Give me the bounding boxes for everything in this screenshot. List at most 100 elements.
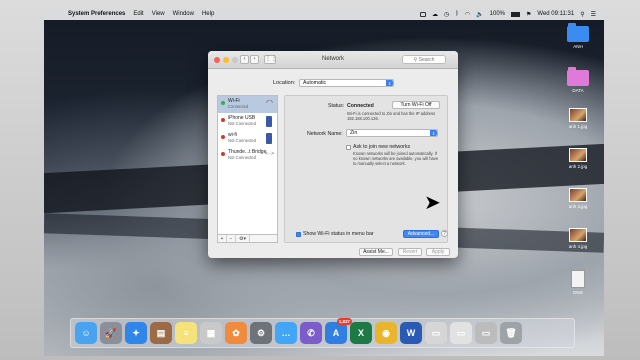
dock-folder-stack-icon[interactable]: ▭ bbox=[425, 322, 447, 344]
location-label: Location: bbox=[273, 80, 296, 86]
gear-menu-button[interactable]: ⚙▾ bbox=[236, 235, 250, 242]
dock-glyph: ◉ bbox=[382, 328, 390, 338]
show-status-label: Show Wi-Fi status in menu bar bbox=[303, 231, 374, 237]
status-label: Status: bbox=[328, 103, 345, 109]
menu-window[interactable]: Window bbox=[173, 11, 194, 17]
cloud-icon[interactable]: ☁ bbox=[432, 11, 438, 18]
spotlight-icon[interactable]: ⚲ bbox=[580, 11, 584, 18]
show-status-checkbox[interactable] bbox=[296, 232, 301, 237]
ask-join-description: Known networks will be joined automatica… bbox=[353, 151, 439, 166]
dock-chrome-icon[interactable]: ◉ bbox=[375, 322, 397, 344]
apply-button[interactable]: Apply bbox=[426, 248, 450, 256]
service-list-footer: + − ⚙▾ bbox=[217, 234, 278, 243]
dock-glyph: ✿ bbox=[232, 328, 240, 338]
dock: ☺ 🚀 ✦ ▤ ≡ ▦ ✿ ⚙ … ✆ A 1,837 X ◉ W ▭ ▭ ▭ 🗑 bbox=[70, 318, 575, 348]
desktop-doc-dns[interactable]: DNS bbox=[558, 270, 598, 295]
dock-downloads-icon[interactable]: ▭ bbox=[475, 322, 497, 344]
dock-notes-icon[interactable]: ≡ bbox=[175, 322, 197, 344]
dock-messages-icon[interactable]: … bbox=[275, 322, 297, 344]
folder-icon bbox=[567, 67, 589, 86]
dock-glyph: ✆ bbox=[307, 328, 315, 338]
status-description: Wi-Fi is connected to Zin and has the IP… bbox=[347, 111, 436, 121]
network-window: ‹ › ⋮⋮ Network ⚲ Search Location: Automa… bbox=[208, 51, 458, 258]
search-input[interactable]: ⚲ Search bbox=[402, 55, 446, 64]
dock-glyph: ▦ bbox=[206, 328, 216, 338]
status-dot-green bbox=[221, 101, 225, 105]
help-button[interactable]: ? bbox=[441, 230, 448, 237]
dock-preview-icon[interactable]: ▦ bbox=[200, 322, 222, 344]
location-value: Automatic bbox=[303, 80, 327, 86]
service-item-wifi[interactable]: Wi-Fi Connected ◠ bbox=[218, 96, 277, 113]
status-value: Connected bbox=[347, 103, 374, 109]
turn-wifi-off-button[interactable]: Turn Wi-Fi Off bbox=[392, 101, 440, 109]
location-select[interactable]: Automatic ⇕ bbox=[299, 79, 394, 87]
dock-system-preferences-icon[interactable]: ⚙ bbox=[250, 322, 272, 344]
menu-app-name[interactable]: System Preferences bbox=[68, 11, 125, 17]
dock-glyph: ▭ bbox=[481, 328, 491, 338]
dock-safari-icon[interactable]: ✦ bbox=[125, 322, 147, 344]
revert-button[interactable]: Revert bbox=[398, 248, 422, 256]
dock-trash-icon[interactable]: 🗑 bbox=[500, 322, 522, 344]
dock-word-icon[interactable]: W bbox=[400, 322, 422, 344]
desktop-image-anh1[interactable]: anh 1.jpg bbox=[558, 108, 598, 129]
image-thumbnail-icon bbox=[569, 108, 587, 122]
service-item-iphone-usb[interactable]: iPhone USB Not Connected bbox=[218, 113, 277, 130]
service-item-wifi-2[interactable]: wi-fi Not Connected bbox=[218, 130, 277, 147]
display-icon[interactable] bbox=[420, 11, 427, 17]
dock-glyph: ▭ bbox=[431, 328, 441, 338]
image-thumbnail-icon bbox=[569, 228, 587, 242]
advanced-button[interactable]: Advanced... bbox=[403, 230, 439, 238]
phone-icon bbox=[266, 116, 272, 127]
desktop-icon-label: ANH bbox=[573, 44, 583, 49]
desktop-image-anh3[interactable]: anh 3.jpg bbox=[558, 188, 598, 209]
dock-glyph: ▭ bbox=[456, 328, 466, 338]
document-icon bbox=[571, 270, 585, 288]
dock-app-store-icon[interactable]: A 1,837 bbox=[325, 318, 352, 344]
bluetooth-icon[interactable]: ᛒ bbox=[455, 11, 459, 17]
menu-help[interactable]: Help bbox=[202, 11, 214, 17]
dock-viber-icon[interactable]: ✆ bbox=[300, 322, 322, 344]
dock-finder-icon[interactable]: ☺ bbox=[75, 322, 97, 344]
battery-icon[interactable] bbox=[511, 11, 520, 17]
menu-extras: ☁ ◷ ᛒ ◠ 🔈 100% ⚑ Wed 09:11:31 ⚲ ☰ bbox=[420, 8, 596, 20]
image-thumbnail-icon bbox=[569, 188, 587, 202]
volume-icon[interactable]: 🔈 bbox=[476, 11, 483, 18]
desktop-folder-anh[interactable]: ANH bbox=[558, 23, 598, 49]
desktop-icon-label: anh 2.jpg bbox=[568, 164, 588, 169]
network-name-value: Zin bbox=[350, 130, 358, 136]
search-placeholder: Search bbox=[418, 57, 435, 63]
network-name-select[interactable]: Zin ⇕ bbox=[346, 129, 438, 137]
menu-view[interactable]: View bbox=[152, 11, 165, 17]
service-item-thunderbolt-bridge[interactable]: Thunde...t Bridge Not Connected <··> bbox=[218, 147, 277, 164]
wifi-icon[interactable]: ◠ bbox=[465, 11, 470, 18]
dock-glyph: … bbox=[281, 328, 291, 338]
battery-percent[interactable]: 100% bbox=[490, 11, 505, 17]
dock-excel-icon[interactable]: X bbox=[350, 322, 372, 344]
dock-contacts-icon[interactable]: ▤ bbox=[150, 322, 172, 344]
timemachine-icon[interactable]: ◷ bbox=[444, 11, 449, 18]
image-thumbnail-icon bbox=[569, 148, 587, 162]
desktop-image-anh4[interactable]: anh 4.jpg bbox=[558, 228, 598, 249]
remove-service-button[interactable]: − bbox=[227, 235, 236, 242]
dock-documents-icon[interactable]: ▭ bbox=[450, 322, 472, 344]
menu-edit[interactable]: Edit bbox=[133, 11, 143, 17]
flag-icon[interactable]: ⚑ bbox=[526, 11, 531, 18]
service-list: Wi-Fi Connected ◠ iPhone USB Not Connect… bbox=[217, 95, 278, 243]
assist-me-button[interactable]: Assist Me... bbox=[359, 248, 393, 256]
desktop-icon-label: anh 4.jpg bbox=[568, 244, 588, 249]
add-service-button[interactable]: + bbox=[218, 235, 227, 242]
dock-photos-icon[interactable]: ✿ bbox=[225, 322, 247, 344]
desktop-image-anh2[interactable]: anh 2.jpg bbox=[558, 148, 598, 169]
clock[interactable]: Wed 09:11:31 bbox=[537, 11, 574, 17]
ask-join-label: Ask to join new networks bbox=[353, 144, 411, 150]
ask-join-checkbox[interactable] bbox=[346, 145, 351, 150]
window-titlebar[interactable]: ‹ › ⋮⋮ Network ⚲ Search bbox=[208, 51, 458, 69]
mouse-pointer-icon: ➤ bbox=[424, 192, 441, 214]
dock-launchpad-icon[interactable]: 🚀 bbox=[100, 322, 122, 344]
wifi-detail-panel: Status: Connected Turn Wi-Fi Off Wi-Fi i… bbox=[284, 95, 448, 243]
desktop-folder-data[interactable]: DATA bbox=[558, 67, 598, 93]
desktop-icon-label: anh 3.jpg bbox=[568, 204, 588, 209]
notification-center-icon[interactable]: ☰ bbox=[591, 11, 596, 18]
phone-icon bbox=[266, 133, 272, 144]
chevron-updown-icon: ⇕ bbox=[386, 80, 393, 86]
